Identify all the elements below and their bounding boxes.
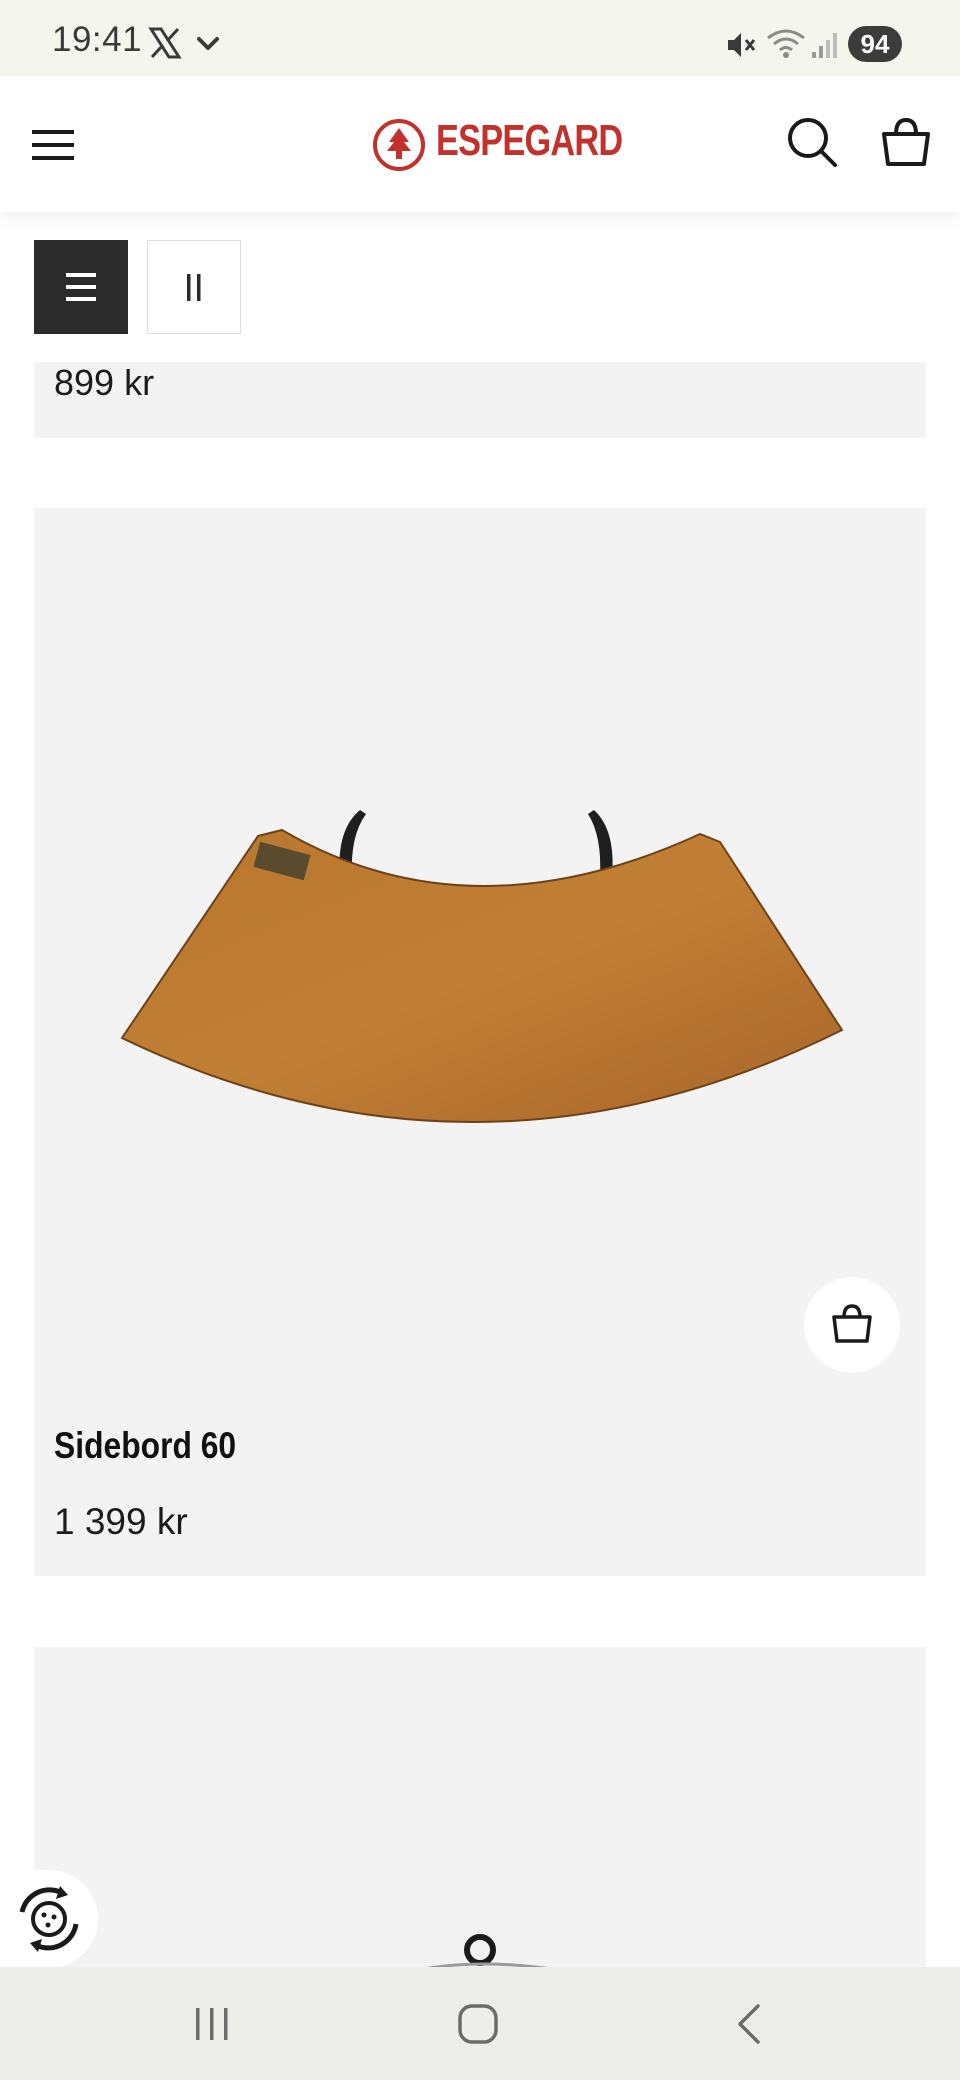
list-view-button[interactable] (34, 240, 128, 334)
product-card-previous[interactable] (34, 362, 926, 438)
product-image-partial (418, 1934, 558, 1970)
x-logo-icon (148, 27, 182, 59)
floating-widget-button[interactable] (0, 1870, 98, 1968)
brand-logo[interactable]: ESPEGARD (372, 112, 623, 182)
product-price: 899 kr (54, 362, 155, 403)
signal-icon (812, 33, 837, 58)
wifi-icon (767, 29, 805, 58)
chevron-down-icon (197, 37, 219, 50)
home-icon[interactable] (456, 2002, 500, 2046)
product-image[interactable] (110, 790, 850, 1160)
cookie-settings-icon (19, 1886, 79, 1952)
mute-icon (728, 33, 756, 57)
site-header: ESPEGARD (0, 76, 960, 212)
grid-view-button[interactable] (147, 240, 241, 334)
battery-icon: 94 (848, 26, 902, 62)
grid-view-icon (187, 274, 201, 301)
recent-apps-icon[interactable] (190, 2004, 234, 2044)
list-view-icon (66, 273, 96, 301)
product-title[interactable]: Sidebord 60 (54, 1425, 236, 1467)
search-icon[interactable] (784, 114, 840, 170)
back-icon[interactable] (732, 2002, 768, 2046)
product-price: 1 399 kr (54, 1501, 188, 1542)
hamburger-menu-icon[interactable] (30, 122, 78, 168)
quick-add-to-cart-button[interactable] (804, 1277, 900, 1373)
tree-logo-icon (373, 119, 425, 171)
shopping-bag-icon[interactable] (878, 114, 934, 170)
product-card-next[interactable] (34, 1647, 926, 1967)
shopping-bag-icon (832, 1304, 872, 1343)
brand-name: ESPEGARD (436, 116, 623, 165)
status-time: 19:41 (52, 20, 143, 59)
